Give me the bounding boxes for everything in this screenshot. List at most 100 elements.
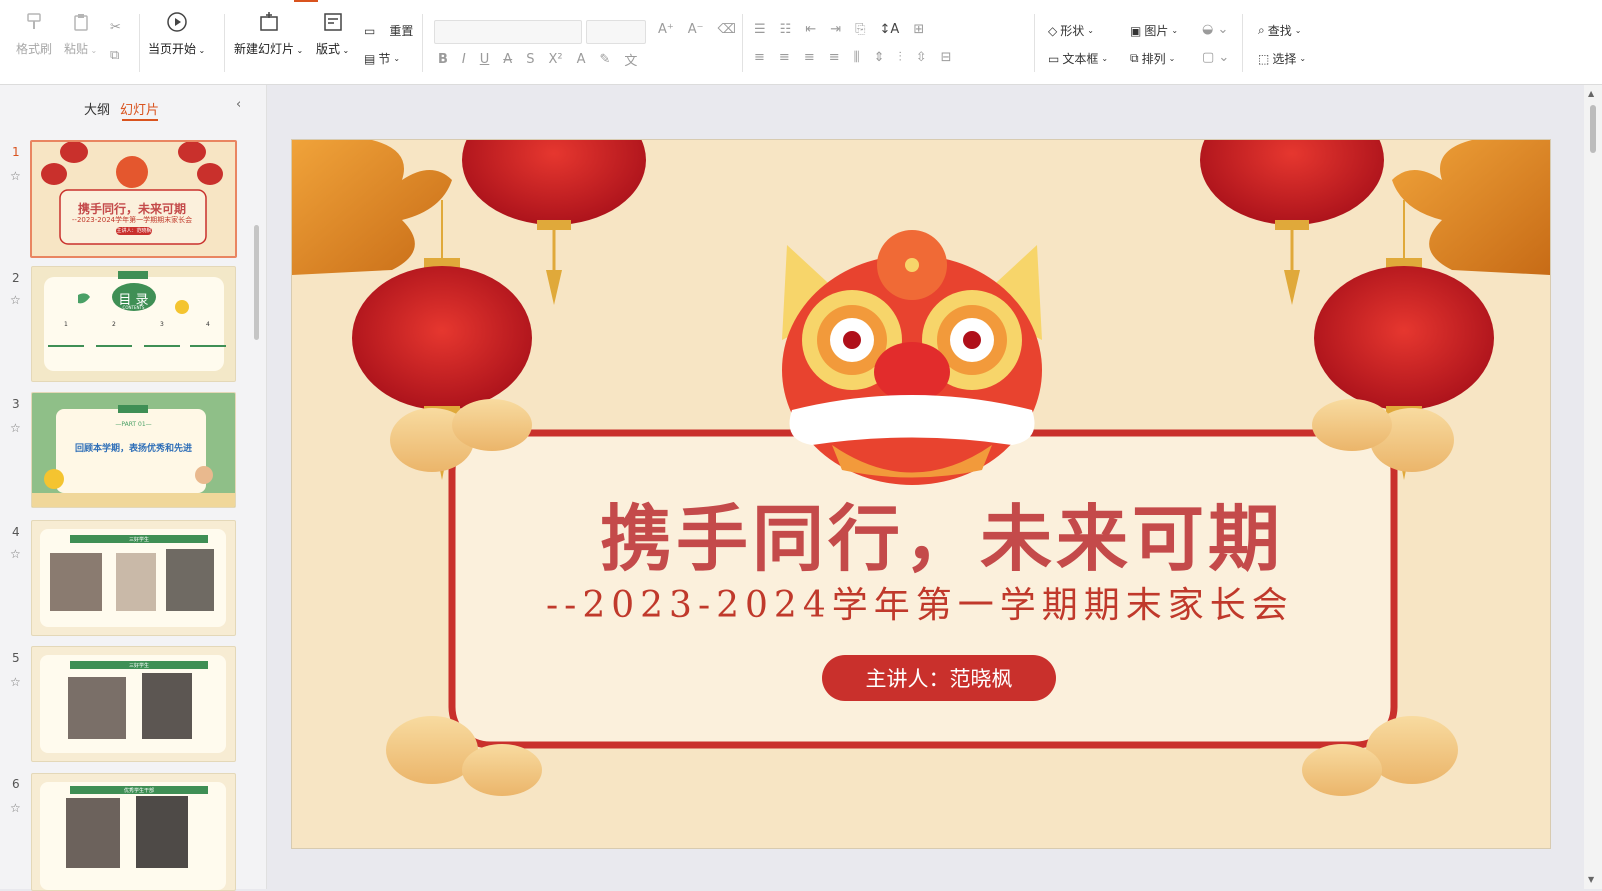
- slide-thumbnail-1[interactable]: 携手同行，未来可期 --2023-2024学年第一学期期末家长会 主讲人：范晓枫: [30, 140, 237, 258]
- numbered-list-icon[interactable]: ☷: [780, 22, 792, 37]
- textbox-button[interactable]: ▭ 文本框 ⌄: [1048, 50, 1108, 67]
- arrange-button[interactable]: ⧉ 排列 ⌄: [1130, 50, 1175, 67]
- section-button[interactable]: ▤ 节 ⌄: [364, 50, 400, 67]
- bold-icon[interactable]: B: [438, 52, 448, 67]
- corner-cloud-right: [1392, 140, 1550, 275]
- select-button[interactable]: ⬚ 选择 ⌄: [1258, 50, 1306, 67]
- copy-icon[interactable]: ⧉: [110, 48, 119, 63]
- scroll-thumb[interactable]: [1590, 105, 1596, 153]
- outline-icon[interactable]: ▢ ⌄: [1202, 50, 1229, 65]
- panel-scrollbar[interactable]: [254, 225, 259, 340]
- strikethrough-icon[interactable]: A: [503, 52, 512, 67]
- font-color-icon[interactable]: A: [577, 52, 586, 67]
- clear-format-icon[interactable]: ⌫: [718, 22, 736, 37]
- underline-icon[interactable]: U: [480, 52, 490, 67]
- star-icon[interactable]: ☆: [10, 293, 21, 307]
- align-left-icon[interactable]: ≡: [754, 50, 765, 65]
- star-icon[interactable]: ☆: [10, 421, 21, 435]
- align-center-icon[interactable]: ≡: [779, 50, 790, 65]
- superscript-icon[interactable]: X²: [548, 52, 562, 67]
- canvas-scrollbar[interactable]: ▲ ▼: [1584, 85, 1602, 889]
- start-from-current-button[interactable]: 当页开始 ⌄: [148, 10, 205, 57]
- shape-button[interactable]: ◇ 形状 ⌄: [1048, 22, 1094, 39]
- scroll-down-icon[interactable]: ▼: [1588, 875, 1594, 884]
- slide-thumbnail-5[interactable]: 三好学生: [31, 646, 236, 762]
- slide-number: 3: [12, 397, 20, 411]
- star-icon[interactable]: ☆: [10, 675, 21, 689]
- paste-button[interactable]: 粘贴 ⌄: [64, 10, 97, 57]
- star-icon[interactable]: ☆: [10, 801, 21, 815]
- layout-label: 版式: [316, 42, 341, 56]
- columns-icon[interactable]: ⫶: [899, 50, 902, 65]
- align-right-icon[interactable]: ≡: [804, 50, 815, 65]
- tab-outline[interactable]: 大纲: [84, 99, 110, 118]
- panel-tabs: 大纲 幻灯片: [84, 99, 159, 118]
- slide-number: 2: [12, 271, 20, 285]
- slide-number: 5: [12, 651, 20, 665]
- list-buttons: ☰ ☷ ⇤ ⇥ ⎘ ↕A ⊞: [754, 22, 924, 37]
- arrange-label: 排列: [1141, 52, 1166, 66]
- thumb-2-subtitle: CONTENTS: [122, 305, 145, 310]
- decrease-indent-icon[interactable]: ⇤: [805, 22, 816, 37]
- text-direction-icon[interactable]: ⎘: [855, 22, 865, 37]
- reset-label: 重置: [389, 24, 414, 38]
- bullet-list-icon[interactable]: ☰: [754, 22, 766, 37]
- picture-icon: ▣: [1130, 23, 1142, 38]
- textbox-label: 文本框: [1062, 52, 1099, 66]
- smartart-icon[interactable]: ⊟: [941, 50, 952, 65]
- grow-font-icon[interactable]: A⁺: [658, 22, 674, 37]
- slide-title[interactable]: 携手同行，未来可期: [552, 480, 1332, 585]
- picture-button[interactable]: ▣ 图片 ⌄: [1130, 22, 1178, 39]
- text-align-icon[interactable]: ⇳: [916, 50, 927, 65]
- distribute-icon[interactable]: ⫼: [854, 50, 860, 65]
- star-icon[interactable]: ☆: [10, 547, 21, 561]
- thumb-2-item-2: 2: [112, 321, 116, 328]
- ribbon-toolbar: 格式刷 粘贴 ⌄ ✂ ⧉ 当页开始 ⌄ 新建幻灯片 ⌄ 版式 ⌄ ▭ 重置 ▤ 节 ⌄…: [0, 0, 1602, 85]
- layout-icon: [321, 10, 345, 34]
- increase-indent-icon[interactable]: ⇥: [830, 22, 841, 37]
- line-spacing-icon[interactable]: ↕A: [880, 22, 900, 37]
- shape-icon: ◇: [1048, 23, 1058, 38]
- phonetic-icon[interactable]: 文: [624, 50, 637, 69]
- format-painter-button[interactable]: 格式刷: [16, 10, 52, 57]
- font-size-select[interactable]: [586, 20, 646, 44]
- slide-subtitle[interactable]: --2023-2024学年第一学期期末家长会: [546, 576, 1446, 628]
- lion-head-illustration: [782, 230, 1042, 485]
- find-button[interactable]: ⌕ 查找 ⌄: [1258, 22, 1301, 39]
- convert-icon[interactable]: ⊞: [913, 22, 924, 37]
- star-icon[interactable]: ☆: [10, 169, 21, 183]
- fill-icon[interactable]: ◒ ⌄: [1202, 22, 1228, 37]
- cut-icon[interactable]: ✂: [110, 20, 121, 35]
- slide-thumbnail-3[interactable]: —PART 01— 回顾本学期，表扬优秀和先进: [31, 392, 236, 508]
- slide-number: 4: [12, 525, 20, 539]
- active-tab-indicator: [294, 0, 318, 2]
- thumb-4-title: 三好学生: [128, 537, 149, 543]
- clipboard-group: 格式刷 粘贴 ⌄ ✂ ⧉: [14, 10, 134, 76]
- slide-thumbnail-6[interactable]: 优秀学生干部: [31, 773, 236, 891]
- shadow-icon[interactable]: S: [526, 52, 534, 67]
- start-from-current-label: 当页开始: [148, 42, 197, 56]
- slide-thumbnail-2[interactable]: 目 录 CONTENTS 1 2 3 4: [31, 266, 236, 382]
- layout-button[interactable]: 版式 ⌄: [316, 10, 349, 57]
- paragraph-spacing-icon[interactable]: ⇕: [874, 50, 885, 65]
- shape-label: 形状: [1060, 24, 1085, 38]
- thumb-2-item-4: 4: [206, 321, 210, 328]
- main-slide[interactable]: 携手同行，未来可期 --2023-2024学年第一学期期末家长会 主讲人：范晓枫: [291, 139, 1551, 849]
- collapse-panel-icon[interactable]: ‹: [236, 97, 241, 112]
- separator: [742, 14, 743, 72]
- new-slide-icon: [257, 10, 281, 34]
- slide-panel: 大纲 幻灯片 ‹ 1 ☆ 携手同行，未来可期 --2023-2024学年第一学期…: [0, 85, 267, 891]
- new-slide-button[interactable]: 新建幻灯片 ⌄: [234, 10, 303, 57]
- slide-thumbnail-4[interactable]: 三好学生: [31, 520, 236, 636]
- picture-label: 图片: [1144, 24, 1169, 38]
- reset-button[interactable]: ▭ 重置: [364, 22, 413, 39]
- speaker-badge[interactable]: 主讲人：范晓枫: [822, 655, 1056, 701]
- italic-icon[interactable]: I: [462, 52, 466, 67]
- font-family-select[interactable]: [434, 20, 582, 44]
- highlight-icon[interactable]: ✎: [599, 52, 610, 67]
- scroll-up-icon[interactable]: ▲: [1588, 89, 1594, 98]
- justify-icon[interactable]: ≡: [829, 50, 840, 65]
- shrink-font-icon[interactable]: A⁻: [688, 22, 704, 37]
- tab-slides[interactable]: 幻灯片: [120, 99, 159, 118]
- thumb-2-item-3: 3: [160, 321, 164, 328]
